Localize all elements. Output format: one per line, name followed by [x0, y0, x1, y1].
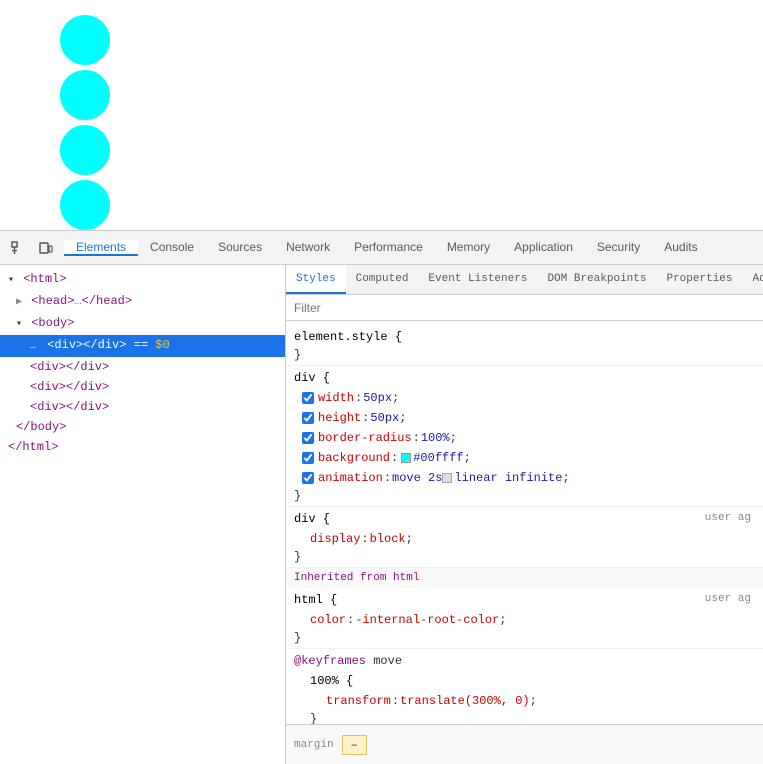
box-model-value: –: [342, 735, 367, 755]
tree-line-div-4[interactable]: <div></div>: [0, 397, 285, 417]
tree-line-head[interactable]: ▶ <head>…</head>: [0, 291, 285, 313]
device-toggle-icon[interactable]: [34, 236, 58, 260]
tree-line-close-body[interactable]: </body>: [0, 417, 285, 437]
devtools-toolbar: Elements Console Sources Network Perform…: [0, 231, 763, 265]
triangle-open-body-icon: ▾: [16, 319, 22, 330]
tab-elements[interactable]: Elements: [64, 240, 138, 256]
prop-color: color : -internal-root-color ;: [286, 610, 763, 630]
div-selector: div {: [286, 368, 763, 388]
css-rule-html-ua: html { user ag color : -internal-root-co…: [286, 588, 763, 649]
keyframes-selector: @keyframes move: [286, 651, 763, 671]
element-style-selector: element.style {: [286, 327, 763, 347]
tab-console[interactable]: Console: [138, 240, 206, 256]
css-rule-element-style: element.style { }: [286, 325, 763, 366]
inspect-element-icon[interactable]: [6, 236, 30, 260]
tab-performance[interactable]: Performance: [342, 240, 435, 256]
styles-tab-styles[interactable]: Styles: [286, 265, 346, 294]
tab-security[interactable]: Security: [585, 240, 652, 256]
tab-sources[interactable]: Sources: [206, 240, 274, 256]
elements-panel: ▾ <html> ▶ <head>…</head> ▾ <body> … <di…: [0, 265, 286, 764]
prop-animation: animation : move 2s linear infinite ;: [286, 468, 763, 488]
circle-2: [60, 70, 110, 120]
circle-4: [60, 180, 110, 230]
color-swatch-background[interactable]: [401, 453, 411, 463]
prop-transform: transform : translate(300%, 0) ;: [302, 691, 763, 711]
filter-input[interactable]: [294, 301, 755, 315]
html-tree: ▾ <html> ▶ <head>…</head> ▾ <body> … <di…: [0, 265, 285, 461]
circle-3: [60, 125, 110, 175]
styles-tab-computed[interactable]: Computed: [346, 265, 419, 294]
prop-width: width : 50px ;: [286, 388, 763, 408]
prop-border-radius: border-radius : 100% ;: [286, 428, 763, 448]
prop-background: background : #00ffff ;: [286, 448, 763, 468]
prop-animation-checkbox[interactable]: [302, 472, 314, 484]
tab-audits[interactable]: Audits: [652, 240, 709, 256]
styles-tab-list: Styles Computed Event Listeners DOM Brea…: [286, 265, 763, 295]
box-model-label: margin: [294, 739, 334, 751]
css-rule-keyframes: @keyframes move 100% { transform : trans…: [286, 649, 763, 724]
tree-line-close-html[interactable]: </html>: [0, 437, 285, 457]
box-model-bar: margin –: [286, 724, 763, 764]
prop-width-checkbox[interactable]: [302, 392, 314, 404]
prop-border-radius-checkbox[interactable]: [302, 432, 314, 444]
html-ua-selector: html { user ag: [286, 590, 763, 610]
prop-display: display : block ;: [286, 529, 763, 549]
filter-bar: [286, 295, 763, 321]
page-area: [0, 0, 763, 230]
tab-network[interactable]: Network: [274, 240, 342, 256]
tree-line-html[interactable]: ▾ <html>: [0, 269, 285, 291]
devtools-body: ▾ <html> ▶ <head>…</head> ▾ <body> … <di…: [0, 265, 763, 764]
prop-background-checkbox[interactable]: [302, 452, 314, 464]
devtools-tab-list: Elements Console Sources Network Perform…: [64, 240, 763, 256]
styles-tab-event-listeners[interactable]: Event Listeners: [418, 265, 537, 294]
circles-container: [60, 15, 110, 235]
styles-content: element.style { } div { width : 50px: [286, 321, 763, 724]
tree-line-div-2[interactable]: <div></div>: [0, 357, 285, 377]
tree-line-div-selected[interactable]: … <div></div> == $0: [0, 335, 285, 357]
animation-checkbox-icon[interactable]: [442, 473, 452, 483]
prop-height-checkbox[interactable]: [302, 412, 314, 424]
div-ua-selector: div { user ag: [286, 509, 763, 529]
styles-tab-ac[interactable]: Ac: [743, 265, 763, 294]
triangle-open-icon: ▾: [8, 275, 14, 286]
tree-line-body[interactable]: ▾ <body>: [0, 313, 285, 335]
prop-height: height : 50px ;: [286, 408, 763, 428]
tree-line-div-3[interactable]: <div></div>: [0, 377, 285, 397]
tab-application[interactable]: Application: [502, 240, 585, 256]
devtools-panel: Elements Console Sources Network Perform…: [0, 230, 763, 764]
circle-1: [60, 15, 110, 65]
styles-panel: Styles Computed Event Listeners DOM Brea…: [286, 265, 763, 764]
css-rule-div: div { width : 50px ; height :: [286, 366, 763, 507]
triangle-icon: ▶: [16, 297, 22, 308]
css-rule-div-ua: div { user ag display : block ; }: [286, 507, 763, 568]
styles-tab-properties[interactable]: Properties: [656, 265, 742, 294]
toolbar-icons: [0, 236, 64, 260]
styles-tab-dom-breakpoints[interactable]: DOM Breakpoints: [537, 265, 656, 294]
keyframe-100-selector: 100% {: [302, 671, 763, 691]
tab-memory[interactable]: Memory: [435, 240, 502, 256]
inherited-header: Inherited from html: [286, 568, 763, 588]
